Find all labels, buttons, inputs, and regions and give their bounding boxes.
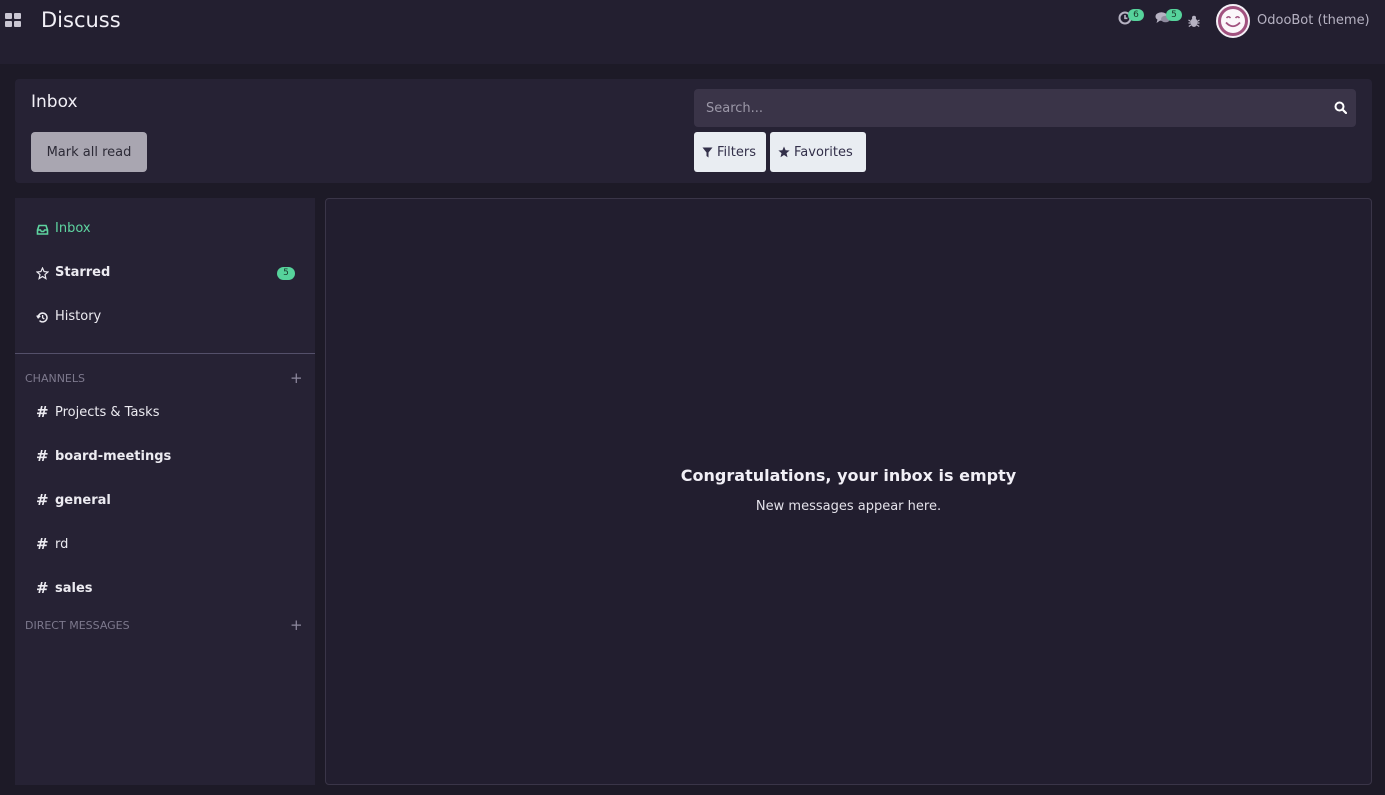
sidebar-item-label: Inbox <box>55 221 91 236</box>
smiley-avatar-icon <box>1221 9 1245 33</box>
history-icon <box>36 312 48 323</box>
empty-inbox-subtitle: New messages appear here. <box>755 499 942 514</box>
breadcrumb-title: Inbox <box>31 92 78 112</box>
activity-button[interactable]: 6 <box>1118 9 1144 29</box>
channel-label: board-meetings <box>55 449 172 464</box>
sidebar-item-label: Starred <box>55 265 111 280</box>
add-direct-message-icon[interactable]: + <box>290 618 303 633</box>
channel-item-general[interactable]: # general <box>15 480 315 524</box>
channel-label: Projects & Tasks <box>55 405 160 420</box>
channel-item-rd[interactable]: # rd <box>15 524 315 568</box>
star-outline-icon <box>36 267 49 280</box>
search-input[interactable] <box>694 89 1324 127</box>
favorites-button[interactable]: Favorites <box>770 132 866 172</box>
discuss-sidebar: Inbox Starred 5 History CHANNELS + # Pro… <box>15 198 315 785</box>
user-menu-name[interactable]: OdooBot (theme) <box>1257 13 1370 28</box>
messages-button[interactable]: 5 <box>1155 9 1182 29</box>
sidebar-item-label: History <box>55 309 102 324</box>
search-icon[interactable] <box>1334 101 1347 114</box>
filters-label: Filters <box>717 144 756 160</box>
bug-icon <box>1188 15 1200 27</box>
hashtag-icon: # <box>36 491 49 509</box>
sidebar-item-inbox[interactable]: Inbox <box>15 208 315 252</box>
channel-item-board-meetings[interactable]: # board-meetings <box>15 436 315 480</box>
inbox-icon <box>36 224 49 235</box>
favorites-label: Favorites <box>794 144 853 160</box>
debug-button[interactable] <box>1188 13 1200 32</box>
messages-count-badge: 5 <box>1166 9 1182 21</box>
user-avatar[interactable] <box>1216 4 1250 38</box>
channel-item-sales[interactable]: # sales <box>15 568 315 612</box>
sidebar-item-history[interactable]: History <box>15 296 315 340</box>
sidebar-divider <box>15 353 315 354</box>
message-thread-panel: Congratulations, your inbox is empty New… <box>325 198 1372 785</box>
channel-label: rd <box>55 537 69 552</box>
filters-button[interactable]: Filters <box>694 132 766 172</box>
empty-inbox-title: Congratulations, your inbox is empty <box>680 466 1017 485</box>
filter-icon <box>702 147 713 157</box>
sidebar-item-starred[interactable]: Starred 5 <box>15 252 315 296</box>
hashtag-icon: # <box>36 579 49 597</box>
activity-count-badge: 6 <box>1128 9 1144 21</box>
channel-item-projects-tasks[interactable]: # Projects & Tasks <box>15 392 315 436</box>
apps-menu-icon[interactable] <box>5 13 21 27</box>
app-title: Discuss <box>41 8 121 32</box>
top-navbar: Discuss 6 5 OdooBot (theme) <box>0 0 1385 64</box>
channels-header[interactable]: CHANNELS <box>25 372 85 385</box>
search-bar <box>694 89 1356 127</box>
channel-label: sales <box>55 581 93 596</box>
control-panel: Inbox Mark all read Filters Favorites <box>15 79 1372 183</box>
direct-messages-header[interactable]: DIRECT MESSAGES <box>25 619 130 632</box>
add-channel-icon[interactable]: + <box>290 371 303 386</box>
star-icon <box>778 146 790 158</box>
channel-label: general <box>55 493 111 508</box>
hashtag-icon: # <box>36 447 49 465</box>
starred-count-badge: 5 <box>277 267 295 280</box>
hashtag-icon: # <box>36 535 49 553</box>
mark-all-read-button[interactable]: Mark all read <box>31 132 147 172</box>
hashtag-icon: # <box>36 403 49 421</box>
